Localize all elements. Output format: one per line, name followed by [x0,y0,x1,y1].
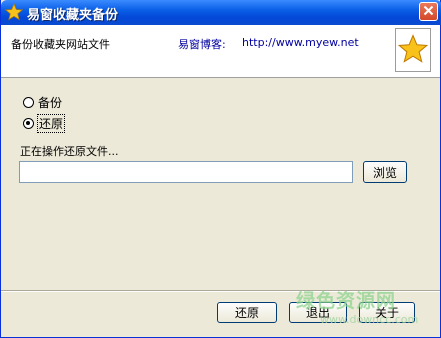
option-label: 备份 [38,96,63,110]
logo-box [395,28,431,72]
radio-backup[interactable] [23,97,34,108]
about-button[interactable]: 关于 [359,302,415,323]
browse-button[interactable]: 浏览 [363,161,407,183]
close-button[interactable] [419,2,438,21]
file-path-input[interactable] [19,161,353,183]
header-subtitle: 备份收藏夹网站文件 [11,38,110,51]
restore-button[interactable]: 还原 [217,302,277,323]
option-backup[interactable]: 备份 [23,94,62,111]
option-restore[interactable]: 还原 [23,114,66,133]
star-icon [397,33,429,67]
blog-url-link[interactable]: http://www.myew.net [242,36,359,49]
option-label: 还原 [36,114,66,133]
dialog-window: 易窗收藏夹备份 备份收藏夹网站文件 易窗博客: http://www.myew.… [0,0,441,338]
title-bar[interactable]: 易窗收藏夹备份 [1,0,441,25]
radio-restore[interactable] [23,118,34,129]
close-icon [423,5,434,19]
star-icon [4,2,24,21]
blog-label: 易窗博客: [178,38,226,51]
status-text: 正在操作还原文件... [20,145,119,158]
header-banner: 备份收藏夹网站文件 易窗博客: http://www.myew.net [1,25,440,78]
exit-button[interactable]: 退出 [289,302,347,323]
window-title: 易窗收藏夹备份 [27,8,119,23]
footer-divider [1,290,440,292]
